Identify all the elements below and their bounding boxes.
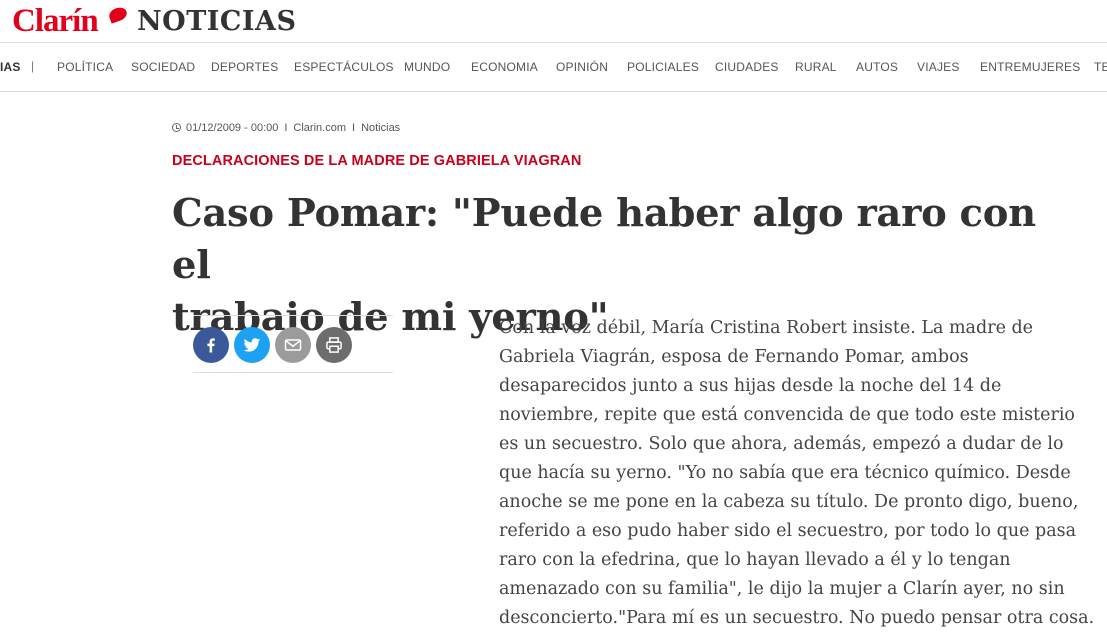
nav-item-espectaculos[interactable]: ESPECTÁCULOS — [294, 60, 394, 74]
main-nav: IAS | POLÍTICA SOCIEDAD DEPORTES ESPECTÁ… — [0, 42, 1107, 92]
nav-item-viajes[interactable]: VIAJES — [917, 60, 960, 74]
facebook-share-button[interactable] — [193, 327, 229, 363]
nav-separator: | — [31, 59, 35, 73]
nav-item-noticias[interactable]: IAS — [0, 60, 21, 74]
email-icon — [284, 339, 302, 351]
article-meta: 01/12/2009 - 00:00 I Clarin.com I Noticias — [172, 122, 400, 134]
clock-icon — [172, 123, 181, 132]
headline-line-1: Caso Pomar: "Puede haber algo raro con e… — [172, 191, 1036, 288]
nav-item-economia[interactable]: ECONOMIA — [471, 60, 538, 74]
site-header: Clarín NOTICIAS — [0, 0, 1107, 42]
nav-item-truncated[interactable]: TE — [1094, 60, 1107, 74]
nav-item-sociedad[interactable]: SOCIEDAD — [131, 60, 195, 74]
article-section[interactable]: Noticias — [361, 122, 400, 134]
article-source[interactable]: Clarin.com — [293, 122, 346, 134]
email-share-button[interactable] — [275, 327, 311, 363]
facebook-icon — [207, 338, 215, 353]
nav-item-mundo[interactable]: MUNDO — [404, 60, 450, 74]
article-kicker: DECLARACIONES DE LA MADRE DE GABRIELA VI… — [172, 153, 582, 169]
nav-item-opinion[interactable]: OPINIÓN — [556, 60, 608, 74]
twitter-share-button[interactable] — [234, 327, 270, 363]
meta-separator: I — [284, 122, 288, 134]
article-date: 01/12/2009 - 00:00 — [186, 122, 279, 134]
share-bar — [193, 315, 393, 373]
print-icon — [326, 337, 342, 353]
nav-item-politica[interactable]: POLÍTICA — [57, 60, 113, 74]
logo-leaf-icon — [107, 5, 129, 24]
article-body: Con la voz débil, María Cristina Robert … — [499, 318, 1095, 628]
twitter-icon — [243, 338, 261, 352]
clarin-logo[interactable]: Clarín — [12, 1, 99, 41]
print-button[interactable] — [316, 327, 352, 363]
nav-item-deportes[interactable]: DEPORTES — [211, 60, 278, 74]
nav-item-policiales[interactable]: POLICIALES — [627, 60, 699, 74]
nav-item-autos[interactable]: AUTOS — [856, 60, 898, 74]
nav-item-ciudades[interactable]: CIUDADES — [715, 60, 779, 74]
nav-item-rural[interactable]: RURAL — [795, 60, 837, 74]
section-title[interactable]: NOTICIAS — [137, 4, 297, 40]
meta-separator: I — [352, 122, 356, 134]
nav-item-entremujeres[interactable]: ENTREMUJERES — [980, 60, 1080, 74]
